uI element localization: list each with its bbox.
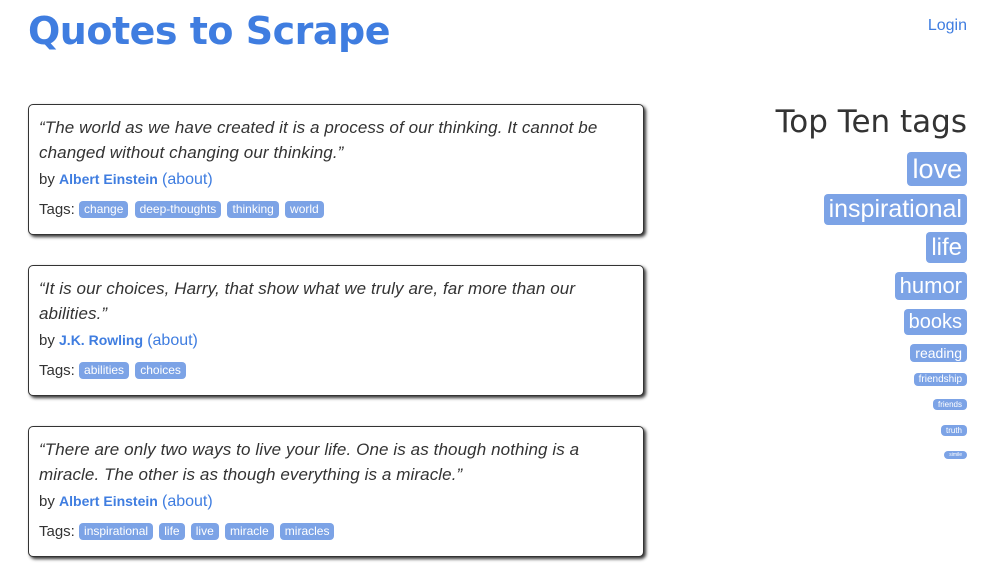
tag-world[interactable]: world [285,201,324,218]
tags-label: Tags: [39,523,75,540]
quote-card: “The world as we have created it is a pr… [28,104,644,235]
quote-text: “The world as we have created it is a pr… [39,118,598,162]
by-label: by [39,171,55,188]
tag-life[interactable]: life [159,523,185,540]
top-tag-books[interactable]: books [903,309,967,335]
by-label: by [39,332,55,349]
about-link[interactable]: (about) [162,493,213,510]
about-link[interactable]: (about) [162,171,213,188]
top-tag-truth[interactable]: truth [940,425,967,436]
about-link[interactable]: (about) [147,332,198,349]
quote-byline: by Albert Einstein (about) [39,168,633,191]
tag-live[interactable]: live [190,523,219,540]
top-tag-friendship[interactable]: friendship [913,373,967,386]
quote-text: “There are only two ways to live your li… [39,440,580,484]
quote-tags: Tags: inspirational life live miracle mi… [39,521,633,543]
tag-change[interactable]: change [79,201,129,218]
quotes-list: “The world as we have created it is a pr… [28,104,644,587]
quote-byline: by J.K. Rowling (about) [39,329,633,352]
tag-inspirational[interactable]: inspirational [79,523,154,540]
quote-card: “It is our choices, Harry, that show wha… [28,265,644,396]
top-tag-love[interactable]: love [907,152,967,186]
quote-card: “There are only two ways to live your li… [28,426,644,557]
top-tag-life[interactable]: life [926,232,967,263]
quote-tags: Tags: change deep-thoughts thinking worl… [39,199,633,221]
tags-label: Tags: [39,201,75,218]
top-tag-friends[interactable]: friends [932,399,967,410]
by-label: by [39,493,55,510]
top-tags-title: Top Ten tags [775,104,967,140]
quote-text: “It is our choices, Harry, that show wha… [39,279,576,323]
tag-thinking[interactable]: thinking [227,201,279,218]
tag-choices[interactable]: choices [135,362,186,379]
top-tag-inspirational[interactable]: inspirational [823,194,967,225]
top-tags-sidebar: Top Ten tags love inspirational life hum… [707,100,967,459]
tag-abilities[interactable]: abilities [79,362,130,379]
author-name: J.K. Rowling [59,332,144,348]
top-tag-reading[interactable]: reading [910,344,967,362]
author-name: Albert Einstein [59,171,158,187]
quote-byline: by Albert Einstein (about) [39,490,633,513]
tag-deep-thoughts[interactable]: deep-thoughts [134,201,222,218]
tag-miracles[interactable]: miracles [279,523,335,540]
site-title[interactable]: Quotes to Scrape [28,7,391,55]
top-tag-humor[interactable]: humor [894,272,967,300]
tag-miracle[interactable]: miracle [224,523,274,540]
login-link[interactable]: Login [928,17,967,35]
author-name: Albert Einstein [59,493,158,509]
top-tag-simile[interactable]: simile [944,451,967,459]
quote-tags: Tags: abilities choices [39,360,633,382]
tags-label: Tags: [39,362,75,379]
